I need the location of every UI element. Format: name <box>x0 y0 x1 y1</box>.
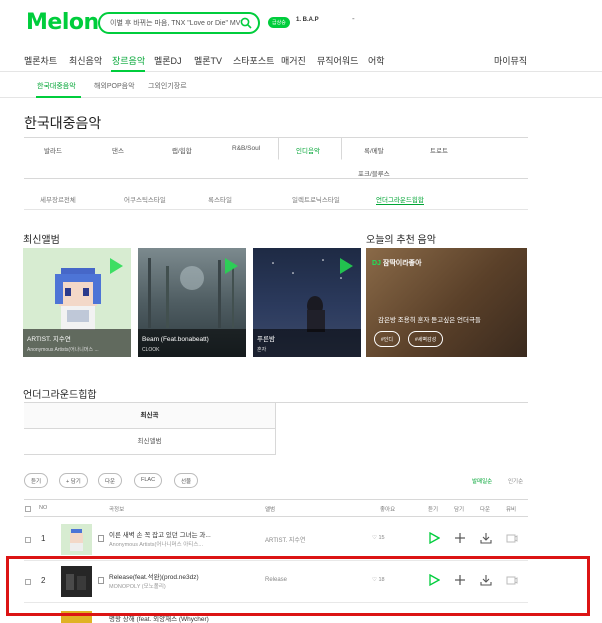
col-add: 담기 <box>454 507 465 513</box>
play-icon[interactable] <box>340 258 353 274</box>
album-card[interactable]: Beam (Feat.bonabeatt) CLOOK <box>138 248 246 357</box>
nav-melon-tv[interactable]: 멜론TV <box>194 54 222 67</box>
nav-melon-dj[interactable]: 멜론DJ <box>154 54 182 67</box>
style-electronic[interactable]: 일렉트로닉스타일 <box>292 194 340 204</box>
nav-latest-music[interactable]: 최신음악 <box>69 54 102 67</box>
col-mv: 뮤비 <box>506 507 517 513</box>
list-tabs: 최신곡 최신앨범 <box>24 402 528 455</box>
play-icon[interactable] <box>225 258 238 274</box>
song-album[interactable]: ARTIST. 지수연 <box>265 535 305 544</box>
album-card[interactable]: ARTIST. 지수연 Anonymous Artists(어나니머스 ... <box>23 248 131 357</box>
genre-hiphop[interactable]: 랩/힙합 <box>172 145 192 155</box>
highlight-box <box>6 556 590 616</box>
flac-button[interactable]: FLAC <box>134 473 163 488</box>
col-album: 앨범 <box>265 507 276 513</box>
like-number: 15 <box>378 535 385 541</box>
style-filter: 세부장르전체 어쿠스틱스타일 록스타일 일렉트로닉스타일 언더그라운드힙합 <box>24 190 528 210</box>
album-artist: CLOOK <box>142 347 160 353</box>
album-artist: 혼자 <box>257 347 267 353</box>
search-input[interactable]: 이별 후 바뀌는 마음, TNX "Love or Die" MV <box>110 18 240 28</box>
genre-trot[interactable]: 트로트 <box>430 145 448 155</box>
genre-grid: 발라드 댄스 랩/힙합 R&B/Soul 인디음악 록/메탈 트로트 포크/블루… <box>24 137 528 179</box>
subnav-korean-pop[interactable]: 한국대중음악 <box>37 81 76 91</box>
play-icon[interactable] <box>110 258 123 274</box>
recommend-title: 오늘의 추천 음악 <box>366 235 436 246</box>
add-icon[interactable] <box>454 532 466 544</box>
download-icon[interactable] <box>480 532 492 544</box>
genre-ballad[interactable]: 발라드 <box>44 145 62 155</box>
select-all-checkbox[interactable] <box>25 506 31 512</box>
album-thumbnail[interactable] <box>61 524 92 555</box>
like-count[interactable]: ♡ 15 <box>372 535 385 541</box>
sub-nav: 한국대중음악 해외POP음악 그외인기장르 <box>0 72 602 98</box>
genre-rock[interactable]: 록/메탈 <box>364 145 384 155</box>
sort-by-release[interactable]: 발매일순 <box>472 477 492 485</box>
nav-melon-chart[interactable]: 멜론차트 <box>24 54 57 67</box>
sort-by-popularity[interactable]: 인기순 <box>508 477 523 485</box>
genre-indie[interactable]: 인디음악 <box>296 145 320 155</box>
style-underground-hiphop[interactable]: 언더그라운드힙합 <box>376 194 424 205</box>
search-box[interactable]: 이별 후 바뀌는 마음, TNX "Love or Die" MV <box>98 12 260 34</box>
tab-latest-albums[interactable]: 최신앨범 <box>24 429 276 455</box>
nav-my-music[interactable]: 마이뮤직 <box>494 54 527 67</box>
style-all[interactable]: 세부장르전체 <box>40 194 76 204</box>
col-download: 다운 <box>480 507 491 513</box>
nav-magazine[interactable]: 매거진 <box>281 54 306 67</box>
subnav-foreign-pop[interactable]: 해외POP음악 <box>94 81 135 91</box>
add-button[interactable]: + 담기 <box>59 473 88 488</box>
subnav-active-indicator <box>36 96 81 98</box>
col-no: NO <box>39 505 48 511</box>
tag-indie[interactable]: #인디 <box>374 331 400 347</box>
tab-latest-songs[interactable]: 최신곡 <box>24 403 276 429</box>
top-bar: Melon 이별 후 바뀌는 마음, TNX "Love or Die" MV … <box>0 0 602 44</box>
realtime-rank-item[interactable]: 1. B.A.P <box>296 17 319 23</box>
album-title: ARTIST. 지수연 <box>27 336 71 343</box>
song-artist[interactable]: Anonymous Artists(어나니머스 아티스... <box>109 540 203 548</box>
underground-hiphop-title: 언더그라운드힙합 <box>23 390 97 401</box>
col-listen: 듣기 <box>428 507 439 513</box>
rank-badge: 급상승 <box>268 17 290 28</box>
recommend-card[interactable]: DJ 잠딱이라좋아 감은방 조용히 혼자 듣고싶은 언더극들 #인디 #세벽감성 <box>366 248 527 357</box>
download-button[interactable]: 다운 <box>98 473 123 488</box>
style-rock[interactable]: 록스타일 <box>208 194 232 204</box>
rank-change: - <box>352 14 355 23</box>
album-title: 푸른밤 <box>257 336 275 343</box>
row-number: 1 <box>41 534 46 543</box>
song-info-icon[interactable] <box>98 535 104 542</box>
listen-button[interactable]: 듣기 <box>24 473 49 488</box>
recommend-description: 감은방 조용히 혼자 듣고싶은 언더극들 <box>378 317 481 324</box>
nav-starpost[interactable]: 스타포스트 <box>233 54 274 67</box>
gift-button[interactable]: 선물 <box>174 473 199 488</box>
search-icon[interactable] <box>240 17 252 29</box>
nav-genre-music[interactable]: 장르음악 <box>112 54 145 67</box>
nav-language[interactable]: 어학 <box>368 54 385 67</box>
list-toolbar: 듣기 + 담기 다운 FLAC 선물 발매일순 인기순 <box>24 473 528 489</box>
genre-folk[interactable]: 포크/블루스 <box>358 168 390 178</box>
subnav-other-genres[interactable]: 그외인기장르 <box>148 81 187 91</box>
song-table-header: NO 곡정보 앨범 좋아요 듣기 담기 다운 뮤비 <box>24 499 528 517</box>
album-title: Beam (Feat.bonabeatt) <box>142 336 209 343</box>
genre-rnb[interactable]: R&B/Soul <box>232 145 260 152</box>
row-checkbox[interactable] <box>25 537 31 543</box>
style-acoustic[interactable]: 어쿠스틱스타일 <box>124 194 166 204</box>
dj-label: DJ 잠딱이라좋아 <box>372 258 422 268</box>
mv-icon[interactable] <box>506 532 518 544</box>
nav-music-award[interactable]: 뮤직어워드 <box>317 54 358 67</box>
genre-dance[interactable]: 댄스 <box>112 145 124 155</box>
page-title: 한국대중음악 <box>24 115 102 131</box>
tag-dawn-mood[interactable]: #세벽감성 <box>408 331 444 347</box>
col-likes: 좋아요 <box>380 507 396 513</box>
song-title[interactable]: 이른 새벽 손 꼭 잡고 있던 그녀는 과... <box>109 529 211 539</box>
table-row[interactable]: 1 이른 새벽 손 꼭 잡고 있던 그녀는 과... Anonymous Art… <box>24 519 528 561</box>
play-icon[interactable] <box>428 532 440 544</box>
heart-icon: ♡ <box>372 535 377 541</box>
melon-logo[interactable]: Melon <box>26 10 99 35</box>
dj-prefix: DJ <box>372 260 381 267</box>
dj-name: 잠딱이라좋아 <box>382 260 422 267</box>
main-nav: 멜론차트 최신음악 장르음악 멜론DJ 멜론TV 스타포스트 매거진 뮤직어워드… <box>0 46 602 72</box>
album-card[interactable]: 푸른밤 혼자 <box>253 248 361 357</box>
new-albums-title: 최신앨범 <box>23 235 60 246</box>
col-song-info: 곡정보 <box>109 507 125 513</box>
album-artist: Anonymous Artists(어나니머스 ... <box>27 347 99 353</box>
